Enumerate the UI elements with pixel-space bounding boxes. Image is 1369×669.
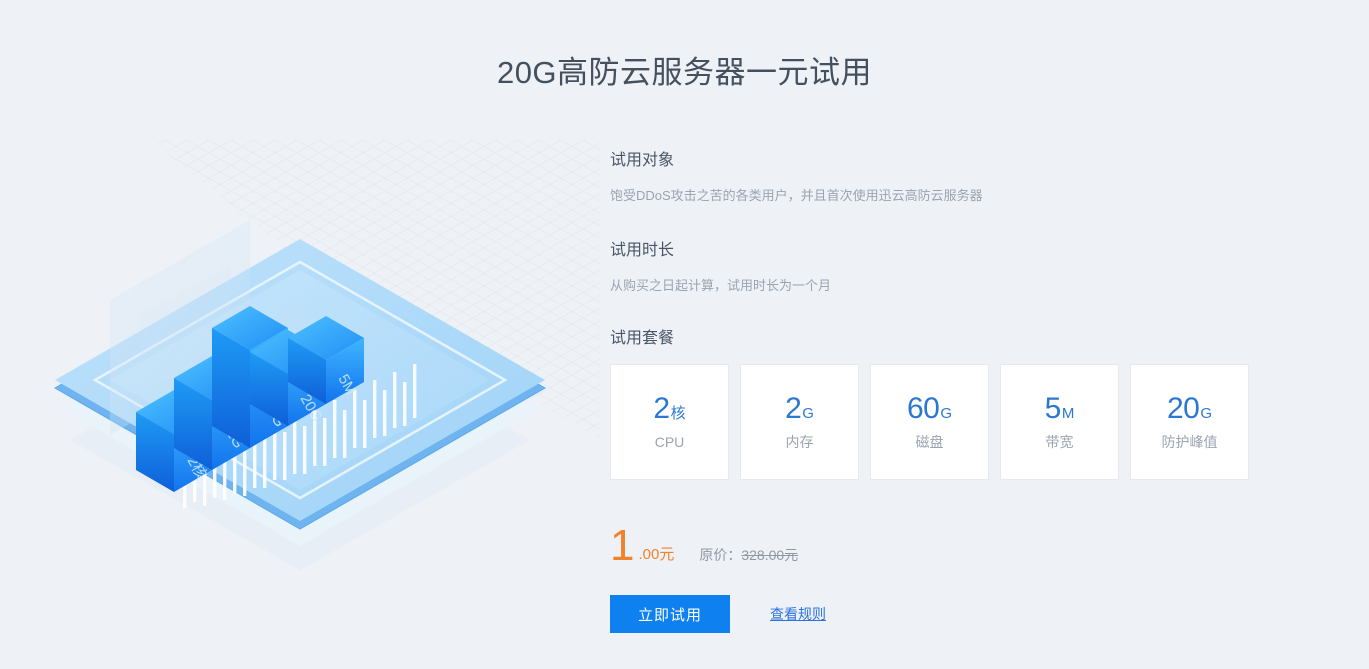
- spec-unit: G: [1200, 404, 1213, 422]
- spec-label: CPU: [654, 433, 685, 450]
- spec-card[interactable]: 5 M 带宽: [1000, 364, 1119, 480]
- spec-number: 20: [1166, 391, 1200, 425]
- spec-value: 5M: [1044, 391, 1075, 425]
- view-rules-link[interactable]: 查看规则: [770, 604, 826, 624]
- promo-page: 20G高防云服务器一元试用 2核 20G 5M 试用对象 饱受DDoS攻击之苦的…: [0, 0, 1369, 669]
- details-column: 试用对象 饱受DDoS攻击之苦的各类用户，并且首次使用迅云高防云服务器 试用时长…: [610, 150, 1310, 633]
- spec-number: 2: [653, 391, 670, 425]
- spec-value: 20 G: [1166, 391, 1213, 425]
- spec-number: 5: [1044, 391, 1062, 425]
- section-package: 试用套餐 2 核 CPU 2 G 内存 60 G 磁盘 5 M 带宽 20 G 防护峰值: [610, 328, 1310, 480]
- spec-unit: 核: [670, 404, 686, 422]
- spec-card[interactable]: 2 G 内存: [740, 364, 859, 480]
- original-price-prefix: 原价：: [699, 547, 742, 563]
- isometric-chart-svg: 2核 2G 60G 20G: [53, 140, 600, 570]
- duration-heading: 试用时长: [610, 242, 675, 259]
- spec-card[interactable]: 20 G 防护峰值: [1130, 364, 1249, 480]
- spec-card-row: 2 核 CPU 2 G 内存 60 G 磁盘 5 M 带宽 20 G 防护峰值: [610, 364, 1310, 480]
- spec-label: 带宽: [1045, 433, 1074, 450]
- package-heading: 试用套餐: [610, 330, 675, 347]
- price-row: 1 .00元 原价：328.00元: [610, 521, 1310, 570]
- spec-label: 内存: [785, 433, 814, 450]
- spec-label: 防护峰值: [1161, 433, 1218, 450]
- spec-unit: G: [940, 404, 953, 422]
- page-title: 20G高防云服务器一元试用: [496, 54, 873, 90]
- spec-card[interactable]: 2 核 CPU: [610, 364, 729, 480]
- spec-number: 2: [785, 391, 802, 425]
- spec-card[interactable]: 60 G 磁盘: [870, 364, 989, 480]
- spec-number: 60: [906, 391, 940, 425]
- spec-unit: G: [802, 404, 814, 422]
- original-price-value: 328.00元: [741, 547, 799, 563]
- price-decimals: .00元: [638, 546, 675, 563]
- spec-unit: M: [1061, 404, 1075, 422]
- price-amount: 1: [610, 521, 635, 570]
- spec-value: 2核: [653, 391, 686, 425]
- audience-description: 饱受DDoS攻击之苦的各类用户，并且首次使用迅云高防云服务器: [610, 188, 983, 203]
- section-duration: 试用时长 从购买之日起计算，试用时长为一个月: [610, 240, 1310, 296]
- try-now-button[interactable]: 立即试用: [610, 595, 730, 633]
- spec-label: 磁盘: [915, 433, 944, 450]
- original-price: 原价：328.00元: [699, 544, 798, 566]
- section-audience: 试用对象 饱受DDoS攻击之苦的各类用户，并且首次使用迅云高防云服务器: [610, 150, 1310, 206]
- action-row: 立即试用 查看规则: [610, 595, 1310, 633]
- audience-heading: 试用对象: [610, 152, 675, 169]
- hero-illustration: 2核 2G 60G 20G: [0, 140, 600, 640]
- spec-value: 60 G: [906, 391, 953, 425]
- spec-value: 2G: [785, 391, 814, 425]
- duration-description: 从购买之日起计算，试用时长为一个月: [610, 278, 832, 293]
